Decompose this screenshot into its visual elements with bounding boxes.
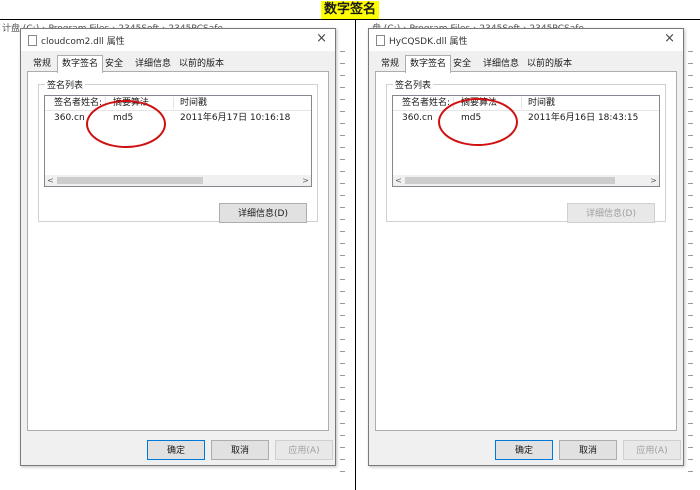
- list-header: 签名者姓名: 摘要算法 时间戳: [45, 96, 311, 111]
- ok-button[interactable]: 确定: [495, 440, 553, 460]
- column-digest-algorithm[interactable]: 摘要算法: [461, 96, 497, 110]
- close-icon[interactable]: ×: [664, 31, 675, 47]
- properties-dialog-2: HyCQSDK.dll 属性 × 常规 数字签名 安全 详细信息 以前的版本 签…: [368, 28, 684, 466]
- scroll-thumb[interactable]: [405, 177, 615, 184]
- tab-panel: 签名列表 签名者姓名: 摘要算法 时间戳 360.cn md5 2011年6月1…: [27, 71, 329, 431]
- column-separator[interactable]: [105, 97, 106, 109]
- dialog-title: cloudcom2.dll 属性: [41, 37, 125, 47]
- column-timestamp[interactable]: 时间戳: [528, 96, 555, 110]
- column-signer-name[interactable]: 签名者姓名:: [402, 96, 450, 110]
- column-separator[interactable]: [453, 97, 454, 109]
- figure-heading: 数字签名: [0, 0, 700, 20]
- title-bar: HyCQSDK.dll 属性 ×: [369, 29, 683, 51]
- file-icon: [376, 35, 385, 46]
- file-icon: [28, 35, 37, 46]
- group-label: 签名列表: [45, 78, 86, 91]
- column-timestamp[interactable]: 时间戳: [180, 96, 207, 110]
- column-signer-name[interactable]: 签名者姓名:: [54, 96, 102, 110]
- heading-divider: [0, 19, 700, 20]
- cancel-button[interactable]: 取消: [559, 440, 617, 460]
- tab-details[interactable]: 详细信息: [131, 57, 175, 71]
- list-header: 签名者姓名: 摘要算法 时间戳: [393, 96, 659, 111]
- dialog-title: HyCQSDK.dll 属性: [389, 37, 468, 47]
- title-bar: cloudcom2.dll 属性 ×: [21, 29, 335, 51]
- tab-previous-versions[interactable]: 以前的版本: [175, 57, 228, 71]
- background-edge-right: [686, 40, 698, 480]
- signature-list-group: 签名列表 签名者姓名: 摘要算法 时间戳 360.cn md5 2011年6月1…: [386, 78, 666, 223]
- cell-signer: 360.cn: [402, 113, 433, 123]
- tab-digital-signatures[interactable]: 数字签名: [57, 55, 104, 73]
- signature-list[interactable]: 签名者姓名: 摘要算法 时间戳 360.cn md5 2011年6月17日 10…: [44, 95, 312, 187]
- column-divider: [355, 19, 356, 490]
- tab-previous-versions[interactable]: 以前的版本: [523, 57, 576, 71]
- tab-security[interactable]: 安全: [101, 57, 127, 71]
- ok-button[interactable]: 确定: [147, 440, 205, 460]
- cell-signer: 360.cn: [54, 113, 85, 123]
- properties-dialog-1: cloudcom2.dll 属性 × 常规 数字签名 安全 详细信息 以前的版本…: [20, 28, 336, 466]
- group-label: 签名列表: [393, 78, 434, 91]
- apply-button[interactable]: 应用(A): [623, 440, 681, 460]
- list-item[interactable]: 360.cn md5 2011年6月17日 10:16:18: [45, 111, 311, 125]
- tab-general[interactable]: 常规: [377, 57, 403, 71]
- column-separator[interactable]: [173, 97, 174, 109]
- list-item[interactable]: 360.cn md5 2011年6月16日 18:43:15: [393, 111, 659, 125]
- horizontal-scrollbar[interactable]: < >: [45, 175, 311, 186]
- details-button[interactable]: 详细信息(D): [219, 203, 307, 223]
- close-icon[interactable]: ×: [316, 31, 327, 47]
- tab-digital-signatures[interactable]: 数字签名: [405, 55, 452, 73]
- heading-text: 数字签名: [320, 1, 379, 19]
- scroll-right-icon[interactable]: >: [648, 175, 659, 186]
- scroll-thumb[interactable]: [57, 177, 203, 184]
- cancel-button[interactable]: 取消: [211, 440, 269, 460]
- tab-details[interactable]: 详细信息: [479, 57, 523, 71]
- column-digest-algorithm[interactable]: 摘要算法: [113, 96, 149, 110]
- cell-digest: md5: [113, 113, 134, 123]
- horizontal-scrollbar[interactable]: < >: [393, 175, 659, 186]
- scroll-left-icon[interactable]: <: [45, 175, 56, 186]
- apply-button[interactable]: 应用(A): [275, 440, 333, 460]
- background-edge-left: [338, 40, 350, 480]
- tab-security[interactable]: 安全: [449, 57, 475, 71]
- cell-timestamp: 2011年6月17日 10:16:18: [180, 113, 291, 123]
- tab-panel: 签名列表 签名者姓名: 摘要算法 时间戳 360.cn md5 2011年6月1…: [375, 71, 677, 431]
- scroll-left-icon[interactable]: <: [393, 175, 404, 186]
- signature-list-group: 签名列表 签名者姓名: 摘要算法 时间戳 360.cn md5 2011年6月1…: [38, 78, 318, 223]
- cell-digest: md5: [461, 113, 482, 123]
- details-button[interactable]: 详细信息(D): [567, 203, 655, 223]
- cell-timestamp: 2011年6月16日 18:43:15: [528, 113, 639, 123]
- tab-general[interactable]: 常规: [29, 57, 55, 71]
- column-separator[interactable]: [521, 97, 522, 109]
- signature-list[interactable]: 签名者姓名: 摘要算法 时间戳 360.cn md5 2011年6月16日 18…: [392, 95, 660, 187]
- scroll-right-icon[interactable]: >: [300, 175, 311, 186]
